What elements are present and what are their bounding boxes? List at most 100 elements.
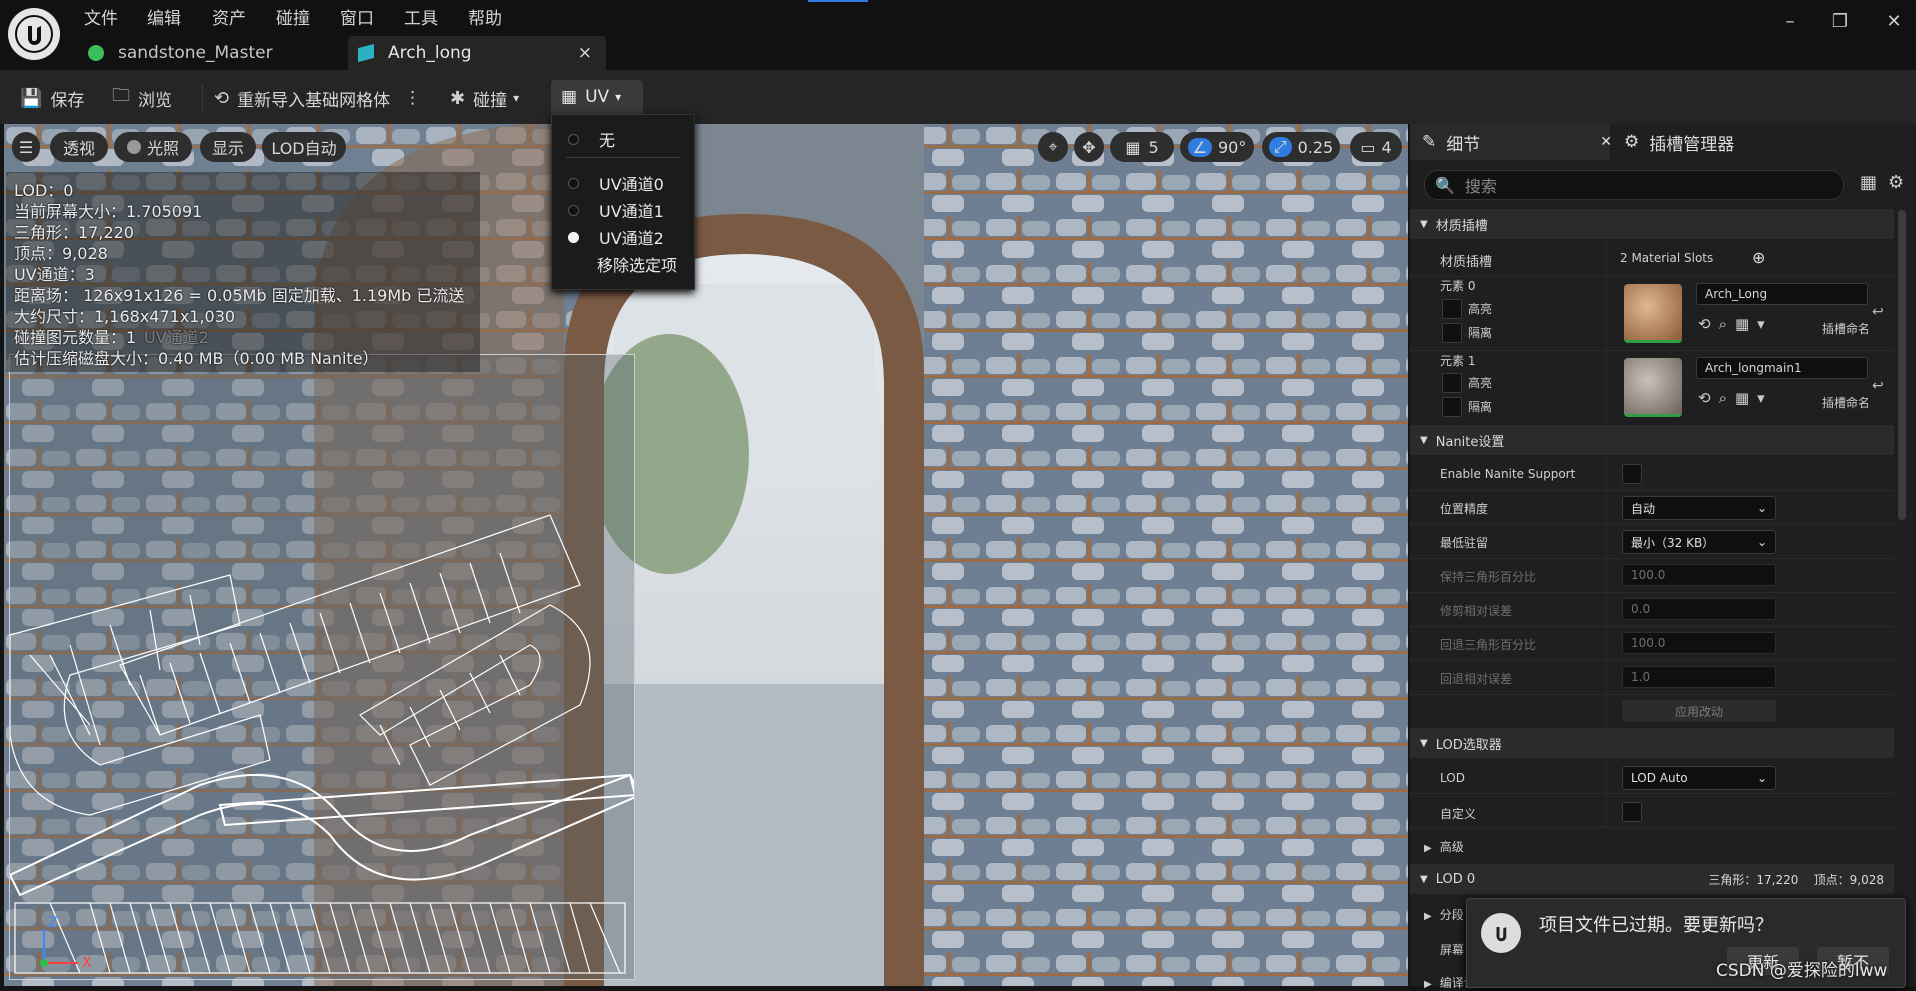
section-material-slots[interactable]: ▼ 材质插槽 [1410,209,1894,239]
fallback-relative-error-field[interactable]: 1.0 [1622,666,1776,688]
material-0-actions-icon[interactable]: ⟲⌕▦▾ [1698,315,1773,333]
section-lod-picker[interactable]: ▼ LOD选取器 [1410,728,1894,758]
tab-details-label: 细节 [1446,134,1481,155]
angle-snap-button[interactable]: ∠ 90° [1180,132,1254,162]
menu-tools[interactable]: 工具 [404,4,438,29]
section-lod0[interactable]: ▼ LOD 0 三角形：17,220 顶点：9,028 [1410,864,1894,894]
row-divider [1410,490,1894,491]
element-1-label: 元素 1 [1440,354,1476,368]
tab-arch-long[interactable]: Arch_long × [348,36,606,70]
browse-button[interactable]: 🗀 浏览 [112,82,172,114]
enable-nanite-checkbox[interactable] [1622,464,1642,484]
material-1-actions-icon[interactable]: ⟲⌕▦▾ [1698,389,1773,407]
material-thumbnail-1[interactable] [1624,358,1682,417]
tab-socket-manager[interactable]: ⚙ 插槽管理器 [1624,128,1734,156]
custom-lod-checkbox[interactable] [1622,802,1642,822]
keep-triangle-percent-field[interactable]: 100.0 [1622,564,1776,586]
advanced-row[interactable]: ▶ 高级 [1424,838,1464,855]
reset-arrow-icon[interactable]: ↩ [1872,304,1884,320]
uv-option-channel-1[interactable]: UV通道1 [552,198,694,222]
unreal-logo-icon[interactable] [8,8,60,60]
isolate-checkbox[interactable] [1442,323,1462,343]
surface-snap-icon[interactable]: ✥ [1074,132,1104,162]
lod-select[interactable]: LOD Auto ⌄ [1622,766,1776,790]
material-0-field[interactable]: Arch_Long [1696,283,1868,305]
unreal-logo-icon [1481,913,1521,953]
slot-name-label: 插槽命名 [1822,396,1868,410]
menu-file[interactable]: 文件 [84,4,118,29]
tab-sandstone-master[interactable]: sandstone_Master [88,36,338,70]
static-mesh-icon [358,43,374,63]
perspective-button[interactable]: 透视 [50,132,108,162]
stat-vertices: 顶点：9,028 [14,244,108,263]
uv-option-none[interactable]: 无 [552,127,694,151]
transform-icon[interactable]: ⌖ [1038,132,1068,162]
menu-asset[interactable]: 资产 [212,4,246,29]
menu-collision[interactable]: 碰撞 [276,4,310,29]
table-view-icon[interactable]: ▦ [1860,172,1877,193]
close-window-button[interactable]: ✕ [1874,8,1914,34]
position-precision-select[interactable]: 自动 ⌄ [1622,496,1776,520]
highlight-checkbox[interactable] [1442,373,1462,393]
search-icon: 🔍 [1435,175,1455,195]
fallback-triangle-percent-field[interactable]: 100.0 [1622,632,1776,654]
restore-button[interactable]: ❐ [1820,8,1860,34]
highlight-checkbox[interactable] [1442,299,1462,319]
more-options-icon[interactable]: ⋮ [404,88,421,108]
min-residency-select[interactable]: 最小（32 KB） ⌄ [1622,530,1776,554]
trim-relative-error-label: 修剪相对误差 [1440,604,1513,618]
uv-option-channel-0[interactable]: UV通道0 [552,171,694,195]
lod-auto-button[interactable]: LOD自动 [262,132,346,162]
section-label: 材质插槽 [1435,218,1488,234]
minimize-button[interactable]: – [1770,8,1810,34]
reimport-label: 重新导入基础网格体 [237,90,391,111]
menu-window[interactable]: 窗口 [340,4,374,29]
pencil-icon: ✎ [1422,132,1437,152]
chevron-down-icon: ⌄ [1756,501,1767,515]
menu-edit[interactable]: 编辑 [147,4,181,29]
save-button[interactable]: 💾 保存 [20,82,84,114]
browse-icon: 🗀 [112,85,130,106]
tab-close-icon[interactable]: × [578,43,592,63]
reset-arrow-icon[interactable]: ↩ [1872,378,1884,394]
add-slot-icon[interactable]: ⊕ [1752,248,1765,267]
details-scrollbar[interactable] [1898,210,1906,520]
tab-details[interactable]: ✎ 细节 ✕ [1422,128,1612,156]
row-divider [1410,558,1894,559]
close-icon[interactable]: ✕ [1600,134,1612,150]
viewport-menu-icon[interactable]: ☰ [12,132,40,162]
camera-speed-button[interactable]: ▭ 4 [1350,132,1402,162]
camera-speed-value: 4 [1381,137,1392,157]
settings-gear-icon[interactable]: ⚙ [1888,172,1904,193]
isolate-checkbox[interactable] [1442,397,1462,417]
angle-icon: ∠ [1187,137,1212,157]
show-button[interactable]: 显示 [200,132,256,162]
grid-snap-value: 5 [1148,137,1159,157]
material-thumbnail-0[interactable] [1624,284,1682,343]
notification-message: 项目文件已过期。要更新吗？ [1539,915,1773,936]
lod0-stats: 三角形：17,220 顶点：9,028 [1708,872,1884,887]
trim-relative-error-field[interactable]: 0.0 [1622,598,1776,620]
lighting-icon [126,140,141,154]
custom-lod-label: 自定义 [1440,807,1477,821]
sections-row[interactable]: ▶ 分段 [1424,906,1464,923]
radio-icon [568,204,579,216]
apply-changes-button[interactable]: 应用改动 [1622,700,1776,722]
reimport-button[interactable]: ⟲ 重新导入基础网格体 ⋮ [214,82,421,114]
menu-help[interactable]: 帮助 [468,4,502,29]
uv-label: UV [585,87,610,107]
grid-snap-button[interactable]: ▦ 5 [1110,132,1174,162]
uv-dropdown-button[interactable]: ▦ UV ▾ [551,80,643,114]
section-nanite[interactable]: ▼ Nanite设置 [1410,425,1894,455]
tab-socket-label: 插槽管理器 [1649,134,1735,155]
material-1-field[interactable]: Arch_longmain1 [1696,357,1868,379]
collision-dropdown[interactable]: ✱ 碰撞 ▾ [450,82,519,114]
search-input[interactable]: 🔍 搜索 [1424,170,1844,200]
menu-divider [566,157,680,158]
row-divider [1410,626,1894,627]
remove-selected-item[interactable]: 移除选定项 [552,252,694,276]
lighting-button[interactable]: 光照 [114,132,192,162]
uv-option-channel-2[interactable]: UV通道2 [552,225,694,249]
scale-snap-button[interactable]: ⤢ 0.25 [1262,132,1340,162]
row-divider [1410,793,1894,794]
